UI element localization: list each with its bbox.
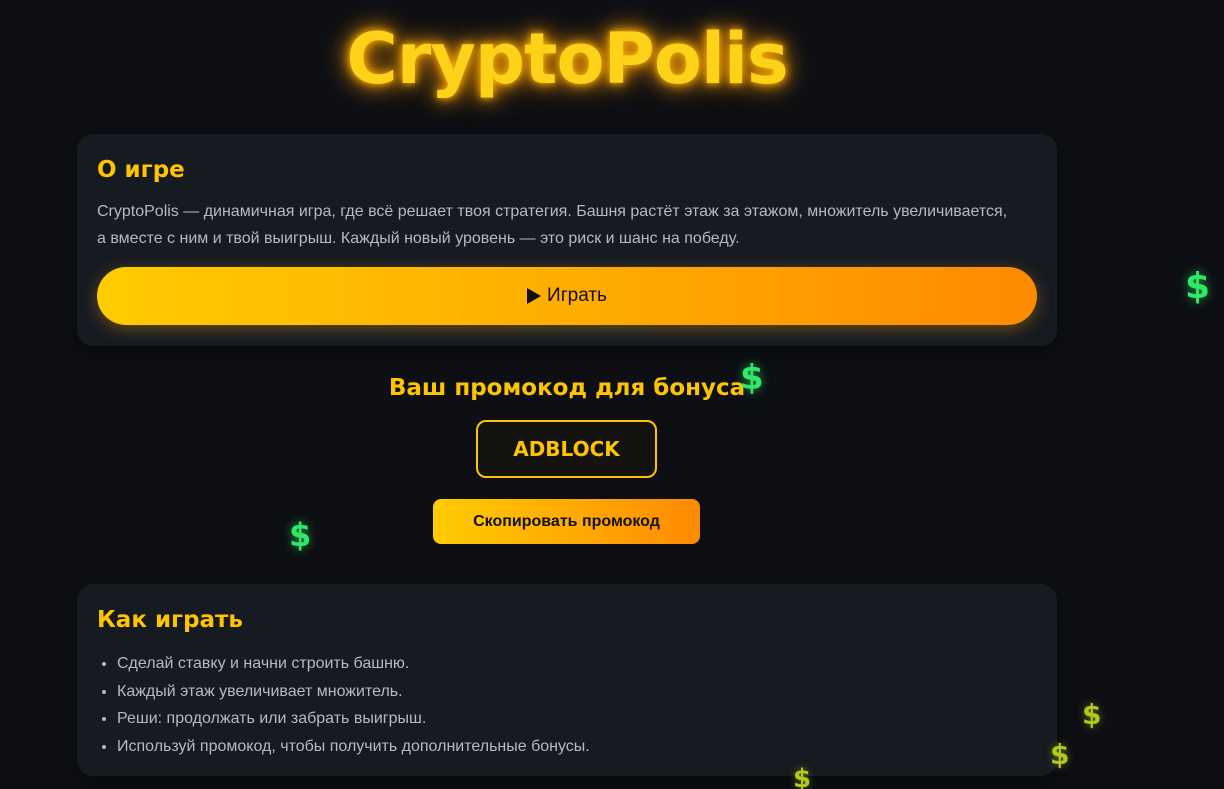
- how-list: Сделай ставку и начни строить башню. Каж…: [97, 650, 1037, 760]
- dollar-icon: $: [1185, 266, 1211, 307]
- promo-code-box[interactable]: ADBLOCK: [476, 420, 657, 478]
- page: CryptoPolis О игре CryptoPolis — динамич…: [0, 0, 1224, 789]
- list-item: Каждый этаж увеличивает множитель.: [117, 678, 1037, 706]
- promo-title: Ваш промокод для бонуса: [388, 375, 746, 401]
- dollar-icon: $: [289, 516, 312, 554]
- about-card: О игре CryptoPolis — динамичная игра, гд…: [77, 134, 1057, 346]
- how-to-play-card: Как играть Сделай ставку и начни строить…: [77, 584, 1057, 776]
- copy-promo-button[interactable]: Скопировать промокод: [433, 499, 700, 544]
- play-button[interactable]: Играть: [97, 267, 1037, 325]
- how-title: Как играть: [97, 607, 243, 633]
- about-title: О игре: [97, 157, 185, 183]
- list-item: Сделай ставку и начни строить башню.: [117, 650, 1037, 678]
- dollar-icon: $: [1082, 698, 1102, 731]
- list-item: Реши: продолжать или забрать выигрыш.: [117, 705, 1037, 733]
- play-icon: [527, 288, 542, 304]
- list-item: Используй промокод, чтобы получить допол…: [117, 733, 1037, 761]
- about-text: CryptoPolis — динамичная игра, где всё р…: [97, 203, 1008, 247]
- logo-title: CryptoPolis: [346, 18, 788, 100]
- play-button-label: Играть: [547, 285, 607, 306]
